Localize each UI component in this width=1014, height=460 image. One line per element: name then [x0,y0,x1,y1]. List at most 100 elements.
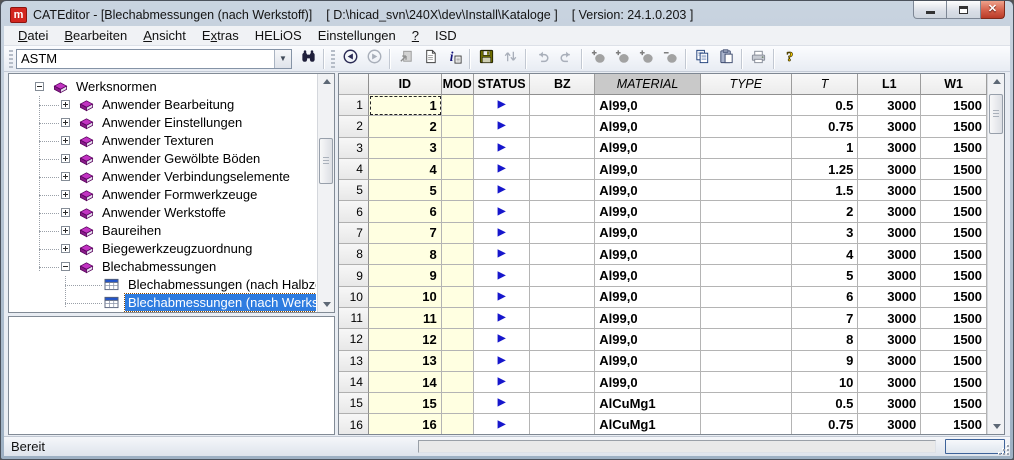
column-header-l1[interactable]: L1 [858,74,921,95]
menu-hilfe[interactable]: ? [404,27,427,44]
cell-t[interactable]: 1 [792,138,859,159]
cell-mod[interactable] [442,138,474,159]
cell-type[interactable] [701,287,792,308]
cell-w1[interactable]: 1500 [921,308,987,329]
cell-t[interactable]: 0.5 [792,393,859,414]
cell-status[interactable]: ▶ [474,265,531,286]
row-header[interactable]: 7 [339,223,369,244]
row-header[interactable]: 3 [339,138,369,159]
help-button[interactable]: ? [778,48,802,70]
cell-mod[interactable] [442,95,474,116]
row-header[interactable]: 1 [339,95,369,116]
cell-id[interactable]: 11 [369,308,442,329]
cell-t[interactable]: 7 [792,308,859,329]
append-record-button[interactable] [634,48,658,70]
cell-l1[interactable]: 3000 [858,287,921,308]
cell-w1[interactable]: 1500 [921,116,987,137]
row-header[interactable]: 15 [339,393,369,414]
cell-l1[interactable]: 3000 [858,180,921,201]
copy-button[interactable] [690,48,714,70]
cell-status[interactable]: ▶ [474,159,531,180]
cell-bz[interactable] [530,351,595,372]
tree-item-label[interactable]: Blechabmessungen (nach Werkstoff) [125,294,316,311]
column-header-id[interactable]: ID [369,74,442,95]
row-header[interactable]: 12 [339,329,369,350]
cell-type[interactable] [701,201,792,222]
cell-material[interactable]: Al99,0 [595,138,701,159]
cell-type[interactable] [701,393,792,414]
tree-item[interactable]: Blechabmessungen (nach Werkstoff) [9,294,316,312]
collapse-icon[interactable] [61,262,70,271]
cell-type[interactable] [701,244,792,265]
cell-w1[interactable]: 1500 [921,244,987,265]
menu-bearbeiten[interactable]: Bearbeiten [56,27,135,44]
catalog-search-input[interactable] [17,50,274,68]
cell-material[interactable]: Al99,0 [595,308,701,329]
cell-type[interactable] [701,372,792,393]
cell-mod[interactable] [442,265,474,286]
tree-item[interactable]: Werksnormen [9,78,316,96]
tree-item[interactable]: Anwender Einstellungen [9,114,316,132]
cell-type[interactable] [701,265,792,286]
cell-status[interactable]: ▶ [474,287,531,308]
menu-einstellungen[interactable]: Einstellungen [310,27,404,44]
forward-button[interactable] [362,48,386,70]
cell-id[interactable]: 14 [369,372,442,393]
resize-grip[interactable] [997,443,1009,455]
cell-t[interactable]: 6 [792,287,859,308]
cell-id[interactable]: 15 [369,393,442,414]
tree-item[interactable]: Biegewerkzeugzuordnung [9,240,316,258]
tree-item[interactable]: Blechabmessungen [9,258,316,276]
tree-item-label[interactable]: Anwender Gewölbte Böden [99,150,263,167]
cell-t[interactable]: 2 [792,201,859,222]
row-header[interactable]: 9 [339,265,369,286]
cell-mod[interactable] [442,351,474,372]
cell-type[interactable] [701,351,792,372]
new-table-button[interactable] [418,48,442,70]
cell-id[interactable]: 6 [369,201,442,222]
cell-id[interactable]: 2 [369,116,442,137]
column-header-status[interactable]: STATUS [474,74,531,95]
expand-icon[interactable] [61,172,70,181]
cell-type[interactable] [701,180,792,201]
cell-material[interactable]: Al99,0 [595,159,701,180]
cell-l1[interactable]: 3000 [858,414,921,434]
close-button[interactable]: ✕ [981,1,1005,19]
cell-mod[interactable] [442,159,474,180]
tree-item-label[interactable]: Anwender Texturen [99,132,217,149]
cell-material[interactable]: Al99,0 [595,329,701,350]
tree-item-label[interactable]: Anwender Verbindungselemente [99,168,293,185]
cell-id[interactable]: 3 [369,138,442,159]
cell-mod[interactable] [442,223,474,244]
new-record-button[interactable] [586,48,610,70]
menu-datei[interactable]: Datei [10,27,56,44]
cell-w1[interactable]: 1500 [921,372,987,393]
cell-t[interactable]: 1.5 [792,180,859,201]
cell-bz[interactable] [530,244,595,265]
cell-id[interactable]: 4 [369,159,442,180]
cell-status[interactable]: ▶ [474,95,531,116]
collapse-icon[interactable] [35,82,44,91]
toolbar-grip[interactable] [9,50,13,68]
cell-status[interactable]: ▶ [474,180,531,201]
cell-w1[interactable]: 1500 [921,265,987,286]
cell-status[interactable]: ▶ [474,223,531,244]
cell-bz[interactable] [530,95,595,116]
tree-item[interactable]: Anwender Bearbeitung [9,96,316,114]
tree-item-label[interactable]: Anwender Bearbeitung [99,96,237,113]
cell-l1[interactable]: 3000 [858,372,921,393]
sort-button[interactable] [498,48,522,70]
combo-dropdown-button[interactable]: ▼ [274,50,291,68]
cell-t[interactable]: 1.25 [792,159,859,180]
cell-status[interactable]: ▶ [474,308,531,329]
cell-bz[interactable] [530,308,595,329]
cell-material[interactable]: Al99,0 [595,180,701,201]
cell-type[interactable] [701,159,792,180]
cell-id[interactable]: 8 [369,244,442,265]
cell-status[interactable]: ▶ [474,393,531,414]
cell-w1[interactable]: 1500 [921,223,987,244]
tree-item-label[interactable]: Anwender Werkstoffe [99,204,229,221]
tree-item[interactable]: Anwender Texturen [9,132,316,150]
save-button[interactable] [474,48,498,70]
cell-id[interactable]: 7 [369,223,442,244]
